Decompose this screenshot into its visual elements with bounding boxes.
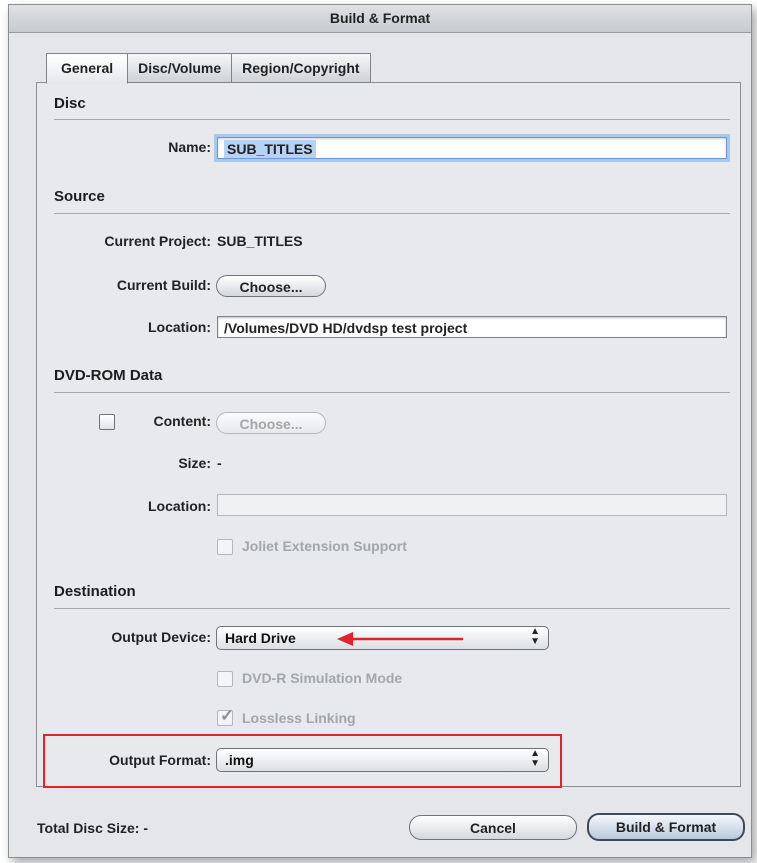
red-arrow-icon <box>337 632 463 646</box>
content-label: Content: <box>153 413 211 429</box>
tab-general[interactable]: General <box>46 53 129 84</box>
name-label: Name: <box>168 139 211 155</box>
up-down-chevron-icon: ▲ ▼ <box>530 626 540 647</box>
output-format-popup[interactable]: .img ▲ ▼ <box>216 748 549 772</box>
output-format-value: .img <box>225 752 254 768</box>
output-device-value: Hard Drive <box>225 630 296 646</box>
output-format-label: Output Format: <box>109 752 211 768</box>
content-checkbox[interactable] <box>99 414 115 430</box>
total-disc-size-label: Total Disc Size: - <box>37 820 148 836</box>
current-build-label: Current Build: <box>116 277 211 293</box>
current-build-choose-button[interactable]: Choose... <box>216 275 326 297</box>
tab-region-copyright[interactable]: Region/Copyright <box>231 53 371 83</box>
size-value: - <box>217 455 222 471</box>
cancel-button[interactable]: Cancel <box>409 815 577 840</box>
dvdrom-location-label: Location: <box>148 498 211 514</box>
size-label: Size: <box>178 455 211 471</box>
window-title: Build & Format <box>9 5 751 33</box>
tab-disc-volume[interactable]: Disc/Volume <box>127 53 233 83</box>
lossless-linking-checkbox[interactable]: ✓ <box>217 706 234 726</box>
checkmark-icon: ✓ <box>220 706 235 725</box>
destination-divider <box>54 608 730 609</box>
dvdrom-section-title: DVD-ROM Data <box>54 367 163 384</box>
disc-name-value: SUB_TITLES <box>224 140 316 158</box>
general-panel: Disc Name: SUB_TITLES Source Current Pro… <box>36 82 741 788</box>
joliet-checkbox[interactable] <box>217 539 233 555</box>
build-format-button[interactable]: Build & Format <box>587 813 745 841</box>
dvdr-simulation-label: DVD-R Simulation Mode <box>242 670 403 686</box>
source-section-title: Source <box>54 188 105 205</box>
lossless-linking-label: Lossless Linking <box>242 710 356 726</box>
source-divider <box>54 213 730 214</box>
dvdrom-location-field[interactable] <box>217 494 727 516</box>
total-disc-size-value: - <box>143 820 148 836</box>
build-format-window: Build & Format General Disc/Volume Regio… <box>8 4 752 858</box>
content-choose-button[interactable]: Choose... <box>216 412 326 434</box>
disc-name-field[interactable]: SUB_TITLES <box>217 137 727 159</box>
dvdrom-divider <box>54 392 730 393</box>
up-down-chevron-icon: ▲ ▼ <box>530 748 540 769</box>
joliet-label: Joliet Extension Support <box>242 538 407 554</box>
current-project-value: SUB_TITLES <box>217 233 303 249</box>
destination-section-title: Destination <box>54 583 136 600</box>
current-project-label: Current Project: <box>104 233 211 249</box>
disc-section-title: Disc <box>54 95 86 112</box>
total-disc-size-label-text: Total Disc Size: <box>37 820 140 836</box>
dvdr-simulation-checkbox[interactable] <box>217 671 233 687</box>
location-label: Location: <box>148 319 211 335</box>
location-field[interactable]: /Volumes/DVD HD/dvdsp test project <box>217 316 727 338</box>
disc-divider <box>54 119 730 120</box>
tab-bar: General Disc/Volume Region/Copyright <box>46 53 371 84</box>
output-device-label: Output Device: <box>111 629 211 645</box>
